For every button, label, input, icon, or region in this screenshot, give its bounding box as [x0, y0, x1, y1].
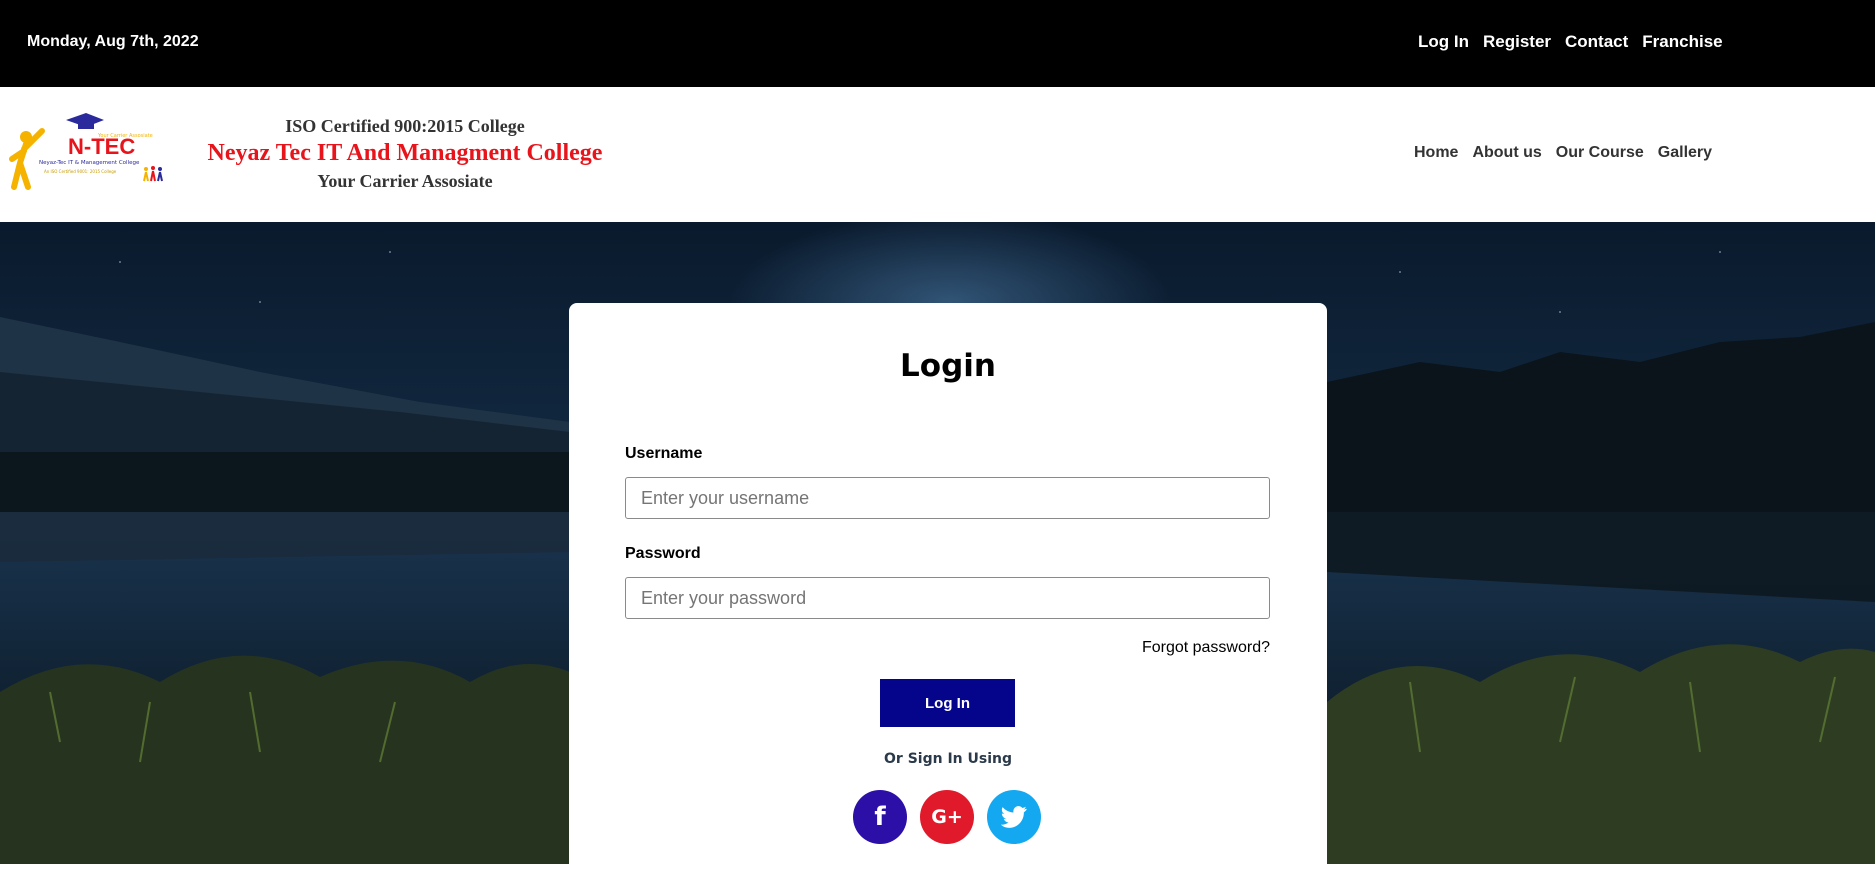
- current-date: Monday, Aug 7th, 2022: [27, 33, 199, 50]
- site-header: Your Carrier Assosiate N-TEC Neyaz-Tec I…: [0, 87, 1875, 222]
- login-title: Login: [900, 348, 996, 384]
- google-plus-icon: G+: [931, 806, 963, 828]
- top-bar: Monday, Aug 7th, 2022 Log In Register Co…: [0, 0, 1875, 87]
- college-name: Neyaz Tec IT And Managment College: [207, 140, 603, 166]
- login-button[interactable]: Log In: [880, 679, 1015, 727]
- register-link[interactable]: Register: [1483, 32, 1551, 52]
- password-input[interactable]: [625, 577, 1270, 619]
- college-title-block: ISO Certified 900:2015 College Neyaz Tec…: [190, 115, 620, 193]
- main-nav: Home About us Our Course Gallery: [1414, 144, 1712, 162]
- svg-text:Neyaz-Tec IT & Management Coll: Neyaz-Tec IT & Management College: [39, 160, 140, 166]
- forgot-password-link[interactable]: Forgot password?: [1142, 639, 1270, 657]
- nav-gallery[interactable]: Gallery: [1658, 144, 1712, 162]
- password-label: Password: [625, 545, 701, 562]
- contact-link[interactable]: Contact: [1565, 32, 1628, 52]
- login-card: Login Username Password Forgot password?…: [569, 303, 1327, 883]
- iso-certification: ISO Certified 900:2015 College: [285, 116, 525, 136]
- logo-text: N-TEC: [68, 134, 135, 159]
- facebook-icon: f: [874, 802, 886, 832]
- top-links: Log In Register Contact Franchise: [1418, 32, 1723, 52]
- nav-home[interactable]: Home: [1414, 144, 1458, 162]
- google-plus-login-button[interactable]: G+: [920, 790, 974, 844]
- franchise-link[interactable]: Franchise: [1642, 32, 1722, 52]
- username-input[interactable]: [625, 477, 1270, 519]
- twitter-icon: [1001, 806, 1027, 828]
- college-logo[interactable]: Your Carrier Assosiate N-TEC Neyaz-Tec I…: [6, 111, 168, 193]
- login-link[interactable]: Log In: [1418, 32, 1469, 52]
- college-tagline: Your Carrier Assosiate: [317, 171, 493, 191]
- nav-about-us[interactable]: About us: [1472, 144, 1541, 162]
- facebook-login-button[interactable]: f: [853, 790, 907, 844]
- nav-our-course[interactable]: Our Course: [1556, 144, 1644, 162]
- twitter-login-button[interactable]: [987, 790, 1041, 844]
- svg-text:An ISO Certified 9001: 2015 Co: An ISO Certified 9001: 2015 College: [44, 169, 117, 174]
- or-sign-in-text: Or Sign In Using: [884, 751, 1012, 767]
- username-label: Username: [625, 445, 703, 462]
